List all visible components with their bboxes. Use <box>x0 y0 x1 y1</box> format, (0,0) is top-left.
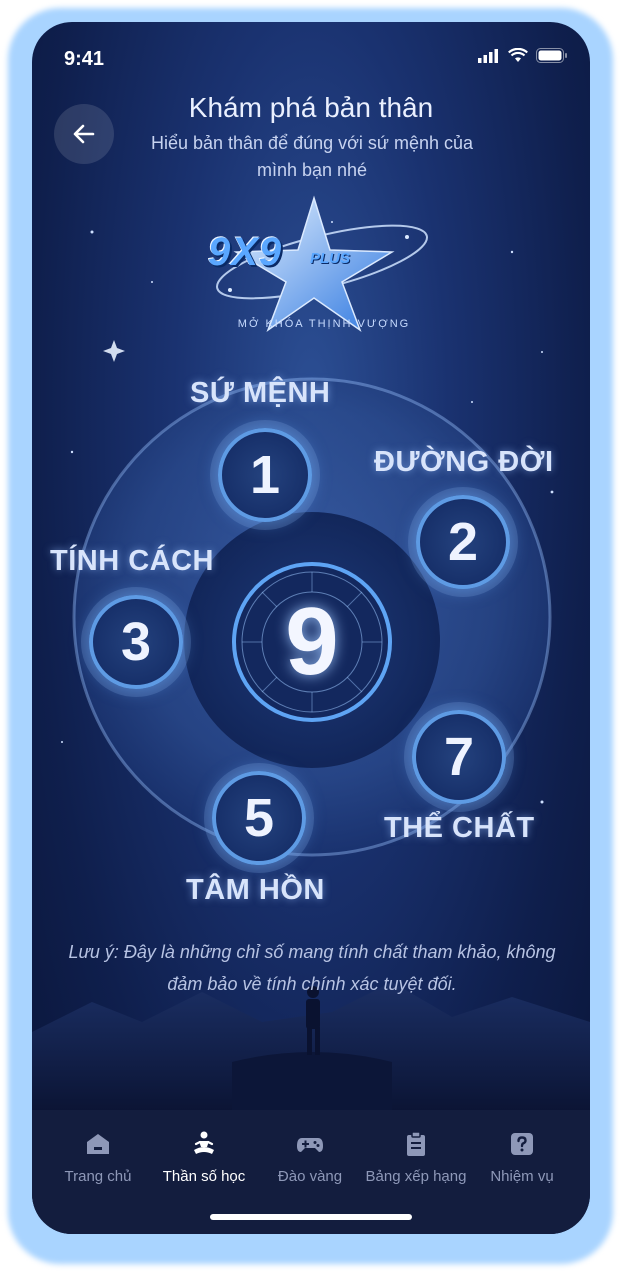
label-tinh-cach: TÍNH CÁCH <box>50 545 214 577</box>
app-screen: 9:41 Khám phá bản thân Hiểu bản thân để … <box>32 22 590 1234</box>
nav-item-home[interactable]: Trang chủ <box>42 1130 154 1185</box>
nav-label-leaderboard: Bảng xếp hạng <box>365 1168 467 1185</box>
label-the-chat: THỂ CHẤT <box>384 812 535 844</box>
battery-icon <box>536 48 567 63</box>
arrow-left-icon <box>73 124 95 144</box>
status-time: 9:41 <box>64 48 105 70</box>
logo-brand-text: 9X9 <box>208 230 283 274</box>
status-icons <box>478 48 568 63</box>
index-su-menh[interactable]: 1 <box>218 428 312 522</box>
nav-item-gold-mining[interactable]: Đào vàng <box>254 1130 366 1185</box>
home-indicator[interactable] <box>210 1214 412 1220</box>
gamepad-icon <box>297 1138 323 1152</box>
wifi-icon <box>508 48 528 62</box>
nav-label-home: Trang chủ <box>64 1168 132 1185</box>
logo-brand-suffix: PLUS <box>310 250 351 267</box>
nav-item-missions[interactable]: Nhiệm vụ <box>466 1130 578 1185</box>
nav-label-gold-mining: Đào vàng <box>277 1168 343 1185</box>
nav-item-leaderboard[interactable]: Bảng xếp hạng <box>360 1130 472 1185</box>
disclaimer-note: Lưu ý: Đây là những chỉ số mang tính chấ… <box>68 942 556 994</box>
status-bar: 9:41 <box>32 22 590 92</box>
page-subtitle: Hiểu bản thân để đúng với sứ mệnh của mì… <box>150 133 474 180</box>
meditation-icon <box>194 1131 214 1154</box>
center-zodiac-wheel[interactable]: 9 <box>231 561 393 723</box>
index-duong-doi[interactable]: 2 <box>416 495 510 589</box>
label-su-menh: SỨ MỆNH <box>190 377 331 409</box>
question-icon <box>511 1133 533 1155</box>
home-icon <box>87 1134 109 1154</box>
brand-logo: 9X9 PLUS MỞ KHÓA THỊNH VƯỢNG <box>202 192 437 342</box>
logo-tagline: MỞ KHÓA THỊNH VƯỢNG <box>237 318 411 330</box>
clipboard-icon <box>407 1131 425 1156</box>
nav-label-numerology: Thần số học <box>162 1168 246 1185</box>
signal-icon <box>478 48 498 63</box>
nav-item-numerology[interactable]: Thần số học <box>148 1130 260 1185</box>
page-title: Khám phá bản thân <box>188 92 434 123</box>
index-tinh-cach[interactable]: 3 <box>89 595 183 689</box>
center-number: 9 <box>285 588 339 695</box>
label-duong-doi: ĐƯỜNG ĐỜI <box>374 446 554 478</box>
index-the-chat[interactable]: 7 <box>412 710 506 804</box>
index-tam-hon[interactable]: 5 <box>212 771 306 865</box>
nav-label-missions: Nhiệm vụ <box>490 1168 554 1185</box>
